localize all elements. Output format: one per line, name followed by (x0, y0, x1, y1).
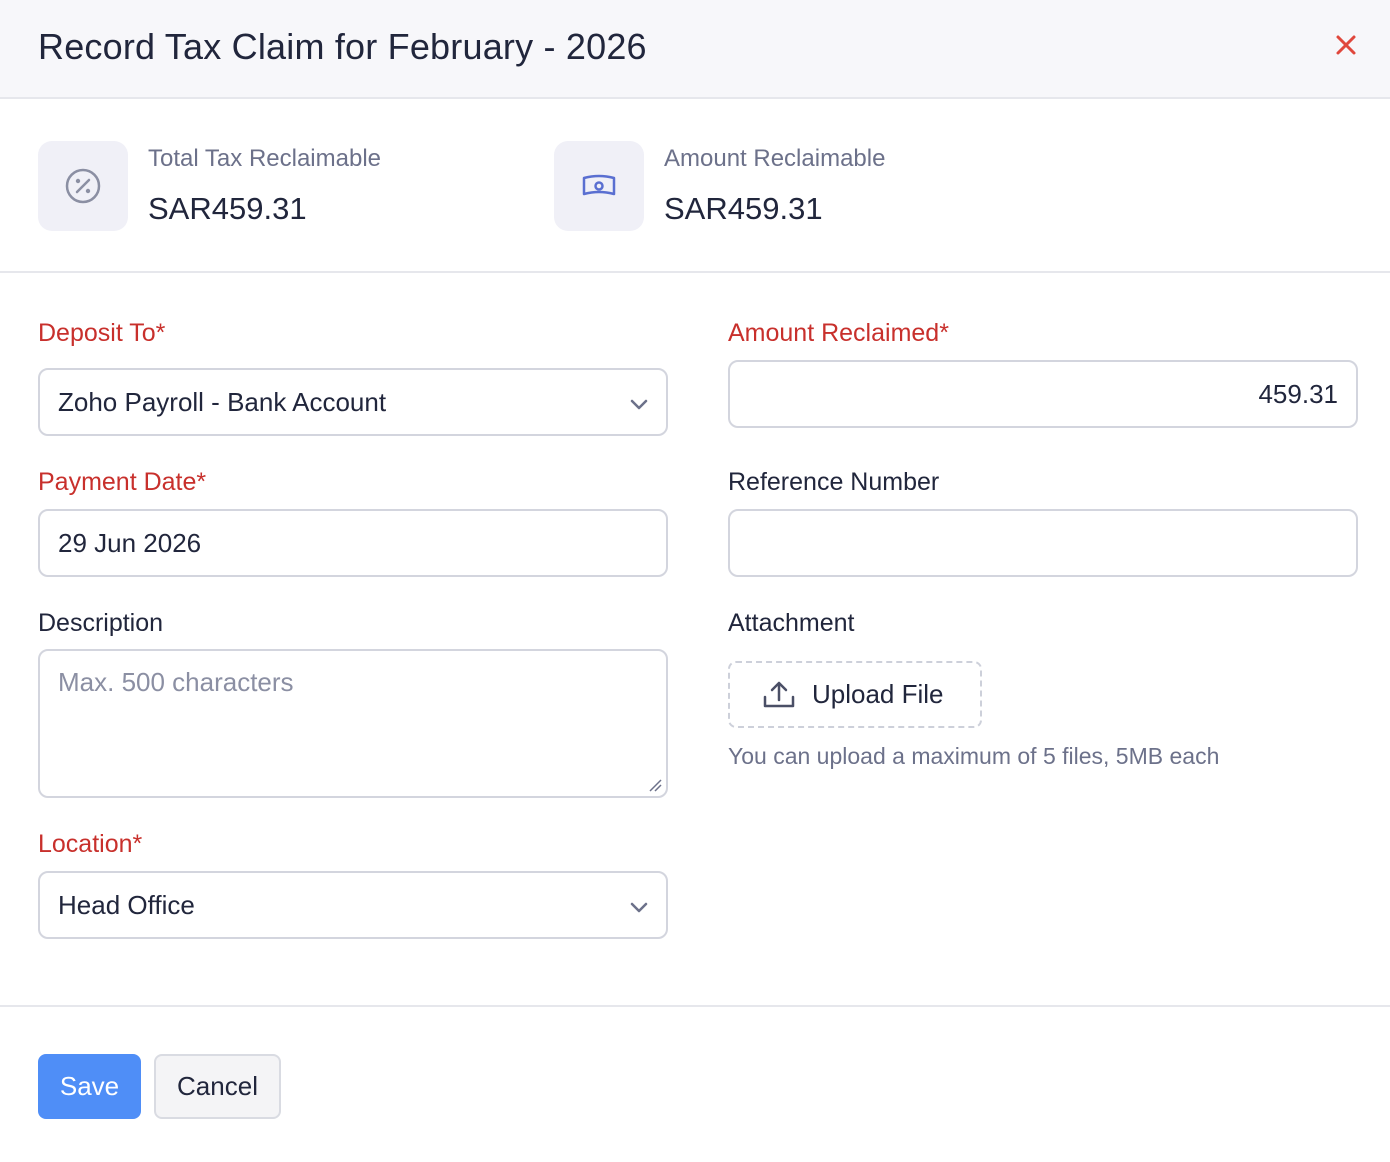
payment-date-value: 29 Jun 2026 (58, 527, 202, 558)
description-label: Description (38, 609, 164, 637)
summary-section: Total Tax Reclaimable SAR459.31 Amount R… (0, 99, 1390, 273)
resize-handle-icon[interactable] (646, 776, 662, 792)
payment-date-input[interactable]: 29 Jun 2026 (38, 509, 668, 577)
payment-date-label: Payment Date* (38, 468, 207, 496)
dialog-title: Record Tax Claim for February - 2026 (38, 26, 647, 67)
upload-hint: You can upload a maximum of 5 files, 5MB… (728, 743, 1220, 769)
location-label: Location* (38, 830, 143, 858)
cancel-button[interactable]: Cancel (154, 1054, 281, 1119)
amount-reclaimable-value: SAR459.31 (664, 191, 823, 226)
money-icon (554, 141, 644, 231)
deposit-to-label: Deposit To* (38, 319, 166, 347)
location-value: Head Office (58, 889, 195, 920)
save-button[interactable]: Save (38, 1054, 141, 1119)
chevron-down-icon (630, 902, 648, 913)
description-textarea[interactable]: Max. 500 characters (38, 649, 668, 798)
amount-reclaimable-card: Amount Reclaimable SAR459.31 (554, 141, 974, 231)
close-icon[interactable] (1331, 30, 1361, 60)
amount-reclaimable-label: Amount Reclaimable (664, 145, 886, 172)
upload-icon (763, 681, 795, 707)
percent-icon (38, 141, 128, 231)
description-placeholder: Max. 500 characters (58, 667, 294, 697)
total-tax-card: Total Tax Reclaimable SAR459.31 (38, 141, 458, 231)
deposit-to-value: Zoho Payroll - Bank Account (58, 386, 387, 417)
location-select[interactable]: Head Office (38, 871, 668, 939)
amount-reclaimed-input[interactable]: 459.31 (728, 360, 1358, 428)
total-tax-label: Total Tax Reclaimable (148, 145, 382, 172)
amount-reclaimed-label: Amount Reclaimed* (728, 319, 949, 347)
total-tax-value: SAR459.31 (148, 191, 307, 226)
upload-file-button[interactable]: Upload File (728, 661, 982, 728)
dialog-footer: Save Cancel (0, 1005, 1390, 1162)
claim-form: Deposit To* Zoho Payroll - Bank Account … (0, 273, 1390, 1005)
attachment-label: Attachment (728, 609, 855, 637)
chevron-down-icon (630, 399, 648, 410)
dialog-header: Record Tax Claim for February - 2026 (0, 0, 1390, 99)
reference-number-input[interactable] (728, 509, 1358, 577)
reference-number-label: Reference Number (728, 468, 940, 496)
upload-file-label: Upload File (812, 679, 944, 709)
deposit-to-select[interactable]: Zoho Payroll - Bank Account (38, 368, 668, 436)
amount-reclaimed-value: 459.31 (1258, 378, 1338, 409)
